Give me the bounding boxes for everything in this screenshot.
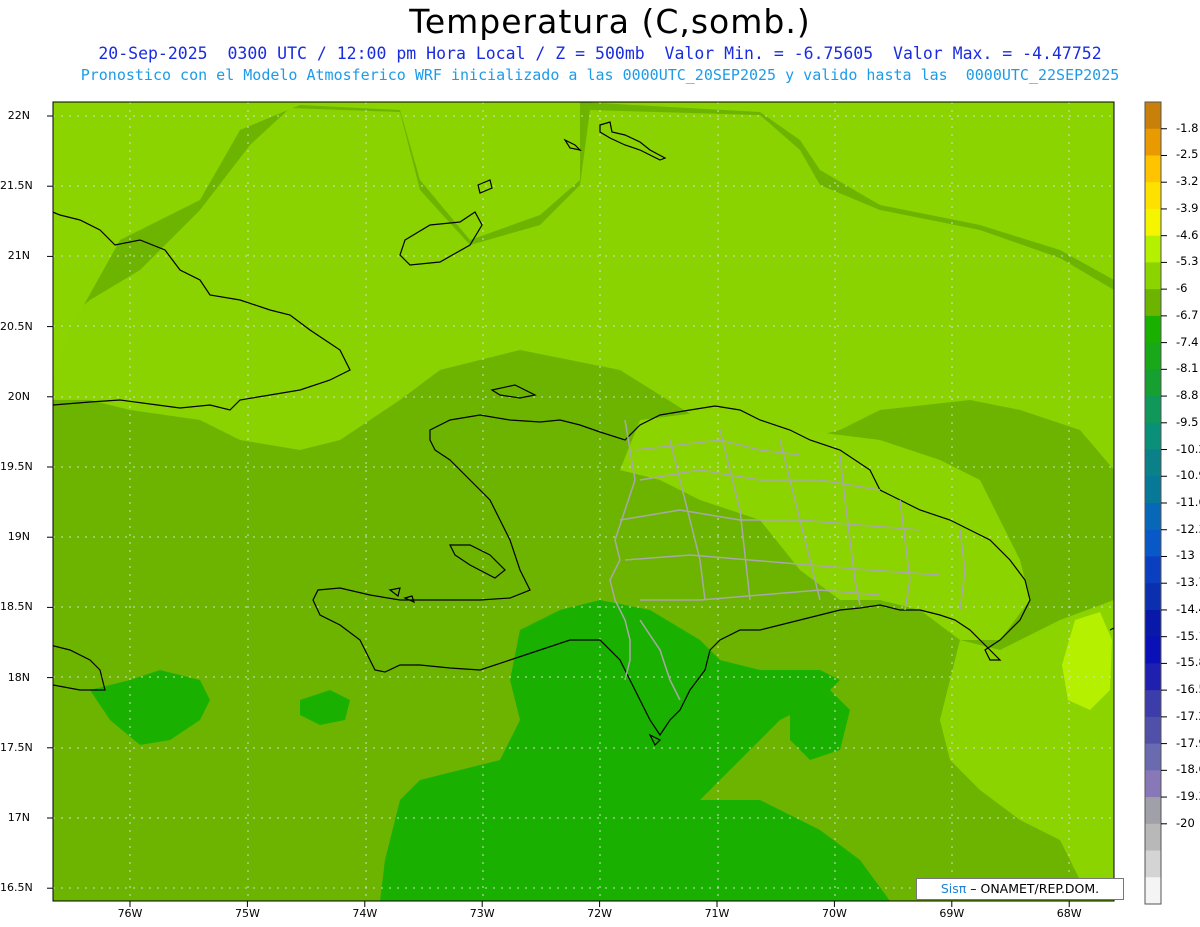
credit-box: Sisπ – ONAMET/REP.DOM. [916, 878, 1124, 900]
colorbar-label: -5.3 [1176, 254, 1199, 269]
colorbar [1144, 101, 1167, 905]
colorbar-swatch [1145, 315, 1161, 344]
colorbar-swatch [1145, 476, 1161, 504]
temperature-field [53, 102, 1114, 901]
colorbar-label: -4.6 [1176, 227, 1199, 242]
colorbar-swatch [1145, 155, 1161, 183]
lat-label: 19N [7, 530, 30, 544]
map-canvas [47, 101, 1167, 907]
colorbar-label: -15.1 [1176, 628, 1200, 643]
colorbar-swatch [1145, 850, 1161, 878]
colorbar-label: -13 [1176, 548, 1195, 563]
colorbar-swatch [1145, 262, 1161, 290]
colorbar-swatch [1145, 102, 1161, 130]
colorbar-swatch [1145, 877, 1161, 905]
credit-brand: Sisπ [940, 881, 967, 896]
colorbar-swatch [1145, 503, 1161, 531]
colorbar-swatch [1145, 529, 1161, 557]
colorbar-label: -1.8 [1176, 120, 1199, 135]
colorbar-label: -13.7 [1176, 575, 1200, 590]
colorbar-label: -11.6 [1176, 495, 1200, 509]
colorbar-label: -18.6 [1176, 762, 1200, 777]
lon-label: 74W [352, 907, 378, 920]
colorbar-swatch [1145, 663, 1161, 691]
colorbar-swatch [1145, 823, 1161, 852]
colorbar-label: -9.5 [1176, 414, 1199, 429]
colorbar-label: -20 [1176, 815, 1195, 830]
colorbar-label: -2.5 [1176, 147, 1199, 162]
colorbar-label: -17.9 [1176, 735, 1200, 750]
colorbar-label: -17.2 [1176, 708, 1200, 723]
lat-label: 20.5N [0, 319, 33, 333]
colorbar-label: -19.3 [1176, 789, 1200, 804]
lon-label: 72W [587, 907, 613, 920]
lat-label: 17.5N [0, 740, 33, 754]
credit-text: – ONAMET/REP.DOM. [966, 881, 1100, 896]
colorbar-swatch [1145, 797, 1161, 825]
lat-label: 21N [7, 249, 30, 263]
lon-label: 69W [939, 907, 965, 920]
colorbar-swatch [1145, 422, 1161, 451]
colorbar-swatch [1145, 208, 1161, 237]
lon-label: 71W [704, 907, 730, 920]
colorbar-label: -8.1 [1176, 361, 1199, 376]
colorbar-label: -6.7 [1176, 307, 1199, 322]
colorbar-label: -15.8 [1176, 655, 1200, 670]
lon-label: 73W [469, 907, 495, 920]
lat-label: 16.5N [0, 881, 33, 895]
colorbar-swatch [1145, 743, 1161, 771]
colorbar-swatch [1145, 182, 1161, 210]
lon-label: 75W [234, 907, 260, 920]
colorbar-label: -10.2 [1176, 441, 1200, 456]
colorbar-swatch [1145, 556, 1161, 584]
colorbar-swatch [1145, 235, 1161, 263]
colorbar-label: -12.3 [1176, 521, 1200, 536]
colorbar-swatch [1145, 396, 1161, 424]
colorbar-label: -8.8 [1176, 388, 1199, 403]
colorbar-label: -3.2 [1176, 174, 1199, 189]
colorbar-label: -3.9 [1176, 200, 1199, 215]
lat-label: 19.5N [0, 460, 33, 473]
lat-label: 17N [7, 811, 30, 824]
lat-label: 18.5N [0, 600, 33, 614]
lon-label: 76W [117, 907, 143, 920]
lat-label: 18N [7, 670, 30, 684]
colorbar-swatch [1145, 449, 1161, 477]
colorbar-swatch [1145, 770, 1161, 798]
colorbar-swatch [1145, 342, 1161, 370]
colorbar-swatch [1145, 369, 1161, 397]
colorbar-swatch [1145, 690, 1161, 718]
colorbar-label: -10.9 [1176, 468, 1200, 483]
lon-label: 70W [821, 907, 847, 920]
lat-label: 22N [7, 109, 30, 122]
colorbar-label: -7.4 [1176, 334, 1199, 349]
lat-label: 21.5N [0, 179, 33, 193]
colorbar-label: -14.4 [1176, 601, 1200, 616]
colorbar-label: -6 [1176, 281, 1188, 296]
colorbar-swatch [1145, 636, 1161, 664]
lon-label: 68W [1056, 907, 1082, 920]
colorbar-swatch [1145, 128, 1161, 156]
colorbar-label: -16.5 [1176, 682, 1200, 697]
colorbar-swatch [1145, 609, 1161, 638]
colorbar-swatch [1145, 289, 1161, 317]
colorbar-swatch [1145, 583, 1161, 611]
lat-label: 20N [7, 389, 30, 403]
colorbar-swatch [1145, 716, 1161, 745]
